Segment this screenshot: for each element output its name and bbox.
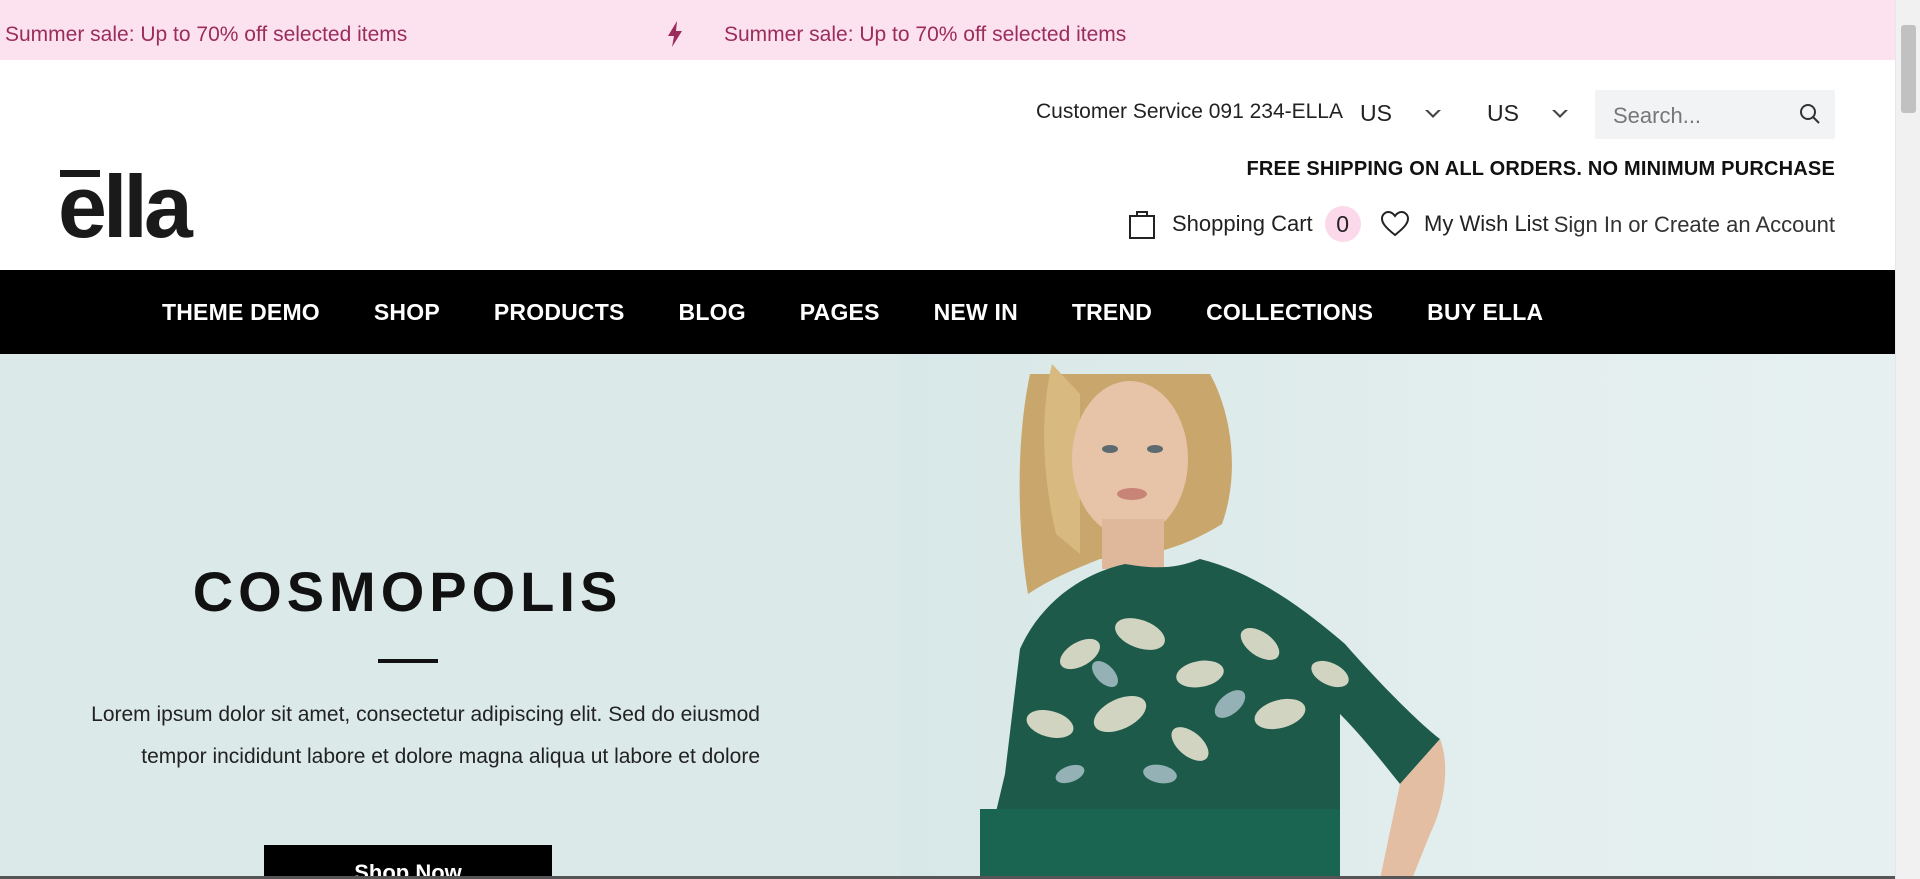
nav-item-shop[interactable]: SHOP [374,299,440,326]
wishlist-label: My Wish List [1424,211,1549,236]
heart-icon [1380,210,1410,237]
currency-value: US [1487,100,1519,126]
shop-now-button[interactable]: Shop Now [264,845,552,879]
announcement-message[interactable]: Summer sale: Up to 70% off selected item… [724,0,1126,60]
nav-item-pages[interactable]: PAGES [800,299,880,326]
chevron-down-icon [1424,109,1441,118]
wishlist-link[interactable]: My Wish List [1380,205,1549,243]
title-divider [378,659,438,663]
model-photo [980,364,1446,879]
nav-item-collections[interactable]: COLLECTIONS [1206,299,1373,326]
page-scrollbar[interactable] [1895,0,1920,879]
shopping-cart-link[interactable]: Shopping Cart 0 [1128,205,1361,243]
announcement-bar: Summer sale: Up to 70% off selected item… [0,0,1895,60]
ella-logo[interactable]: ella [58,165,208,245]
cart-label: Shopping Cart [1172,211,1313,236]
site-header: ella Customer Service 091 234-ELLA US US… [0,60,1895,270]
shipping-notice: FREE SHIPPING ON ALL ORDERS. NO MINIMUM … [1246,158,1835,180]
chevron-down-icon [1551,109,1568,118]
hero-description: Lorem ipsum dolor sit amet, consectetur … [91,703,760,768]
hero-banner: COSMOPOLIS Lorem ipsum dolor sit amet, c… [0,354,1895,879]
nav-item-theme-demo[interactable]: THEME DEMO [162,299,320,326]
currency-selector[interactable]: US [1487,100,1569,127]
cart-count-badge: 0 [1324,206,1361,242]
nav-item-buy-ella[interactable]: BUY ELLA [1427,299,1543,326]
account-link[interactable]: Sign In or Create an Account [1554,212,1835,238]
nav-item-products[interactable]: PRODUCTS [494,299,625,326]
hero-title: COSMOPOLIS [192,560,623,623]
nav-item-blog[interactable]: BLOG [679,299,746,326]
search-input[interactable]: Search... [1613,103,1701,129]
language-selector[interactable]: US [1360,100,1442,127]
announcement-message[interactable]: Summer sale: Up to 70% off selected item… [5,0,407,60]
scrollbar-thumb[interactable] [1901,25,1916,113]
shopping-bag-icon [1129,211,1155,239]
language-value: US [1360,100,1392,126]
main-navigation: THEME DEMO SHOP PRODUCTS BLOG PAGES NEW … [0,270,1895,354]
search-icon[interactable] [1799,103,1821,125]
customer-service-text: Customer Service 091 234-ELLA [1036,100,1343,123]
nav-item-trend[interactable]: TREND [1072,299,1152,326]
lightning-bolt-icon [668,21,682,47]
nav-item-new-in[interactable]: NEW IN [934,299,1018,326]
search-box[interactable]: Search... [1595,90,1835,139]
